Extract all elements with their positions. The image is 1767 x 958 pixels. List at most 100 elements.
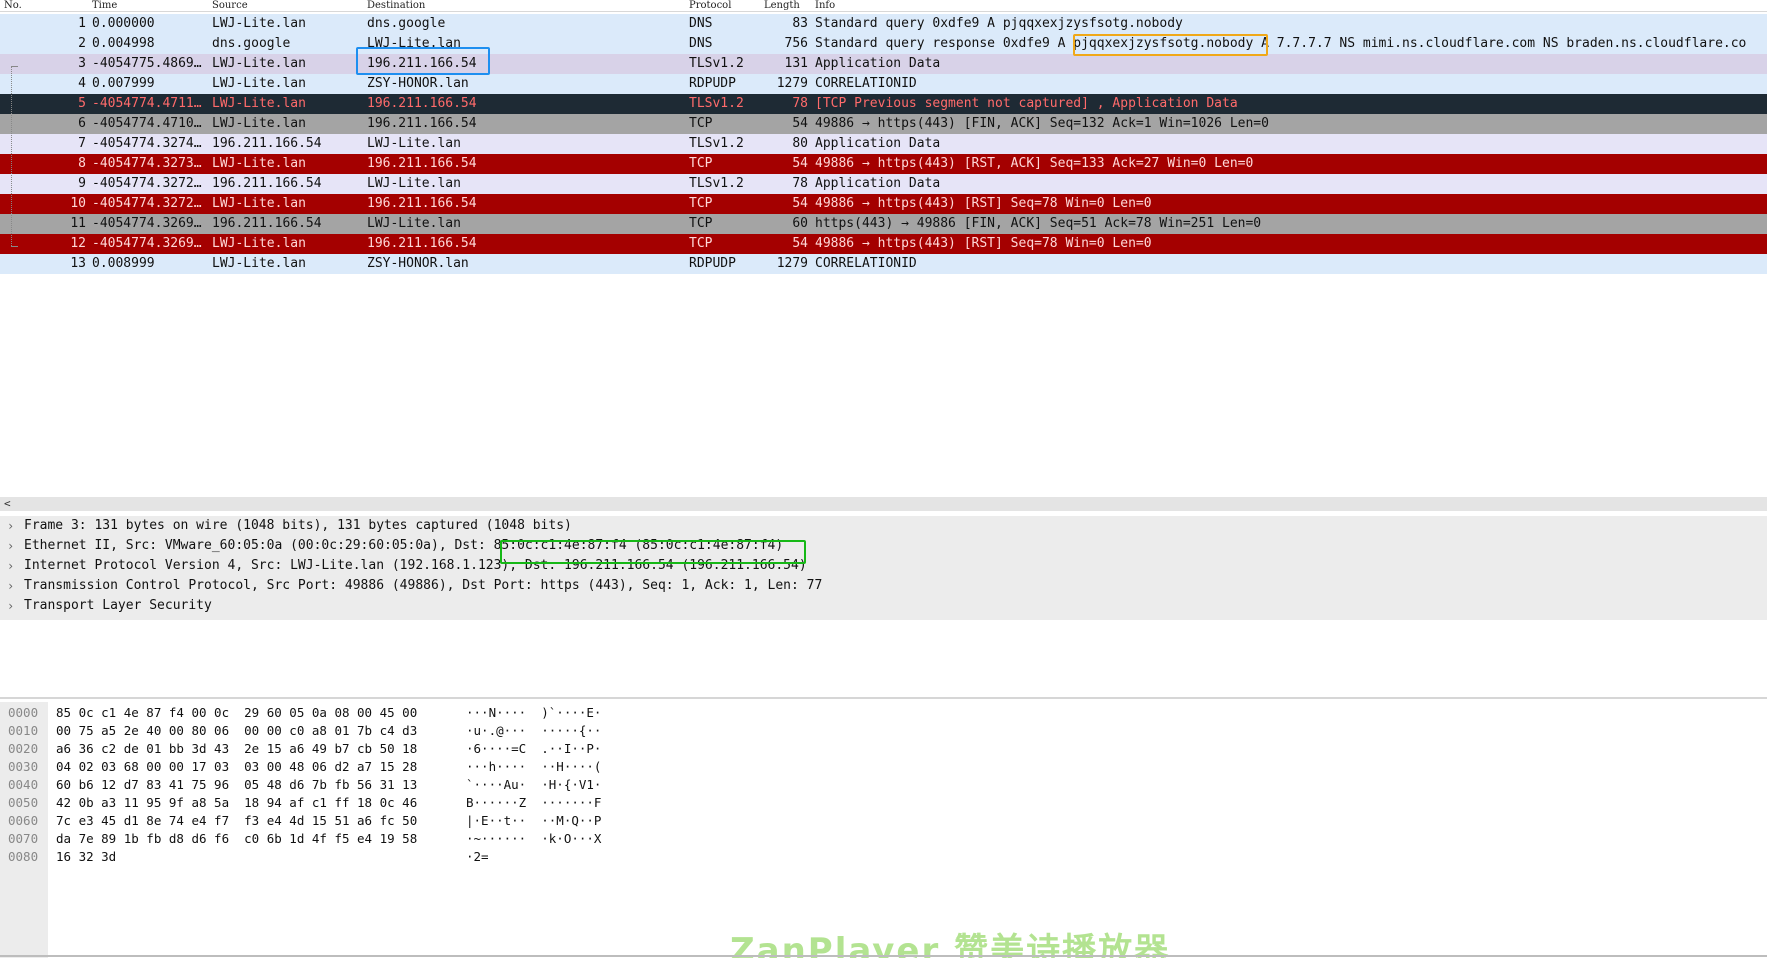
byte-hex[interactable]: 00 75 a5 2e 40 00 80 06 00 00 c0 a8 01 7… — [56, 722, 417, 740]
detail-text: Internet Protocol Version 4, Src: LWJ-Li… — [24, 558, 807, 573]
packet-destination: 196.211.166.54 — [367, 96, 477, 111]
packet-row[interactable]: 12 -4054774.3269… LWJ-Lite.lan 196.211.166.… — [0, 234, 1767, 254]
byte-ascii[interactable]: ···h···· ··H····( — [466, 758, 601, 776]
byte-ascii[interactable]: `····Au· ·H·{·V1· — [466, 776, 601, 794]
col-header-info[interactable]: Info — [815, 0, 835, 11]
packet-protocol: TCP — [689, 116, 713, 131]
conversation-bracket-bottom — [11, 246, 18, 247]
chevron-right-icon[interactable]: › — [7, 516, 14, 536]
byte-hex[interactable]: 7c e3 45 d1 8e 74 e4 f7 f3 e4 4d 15 51 a… — [56, 812, 417, 830]
byte-ascii[interactable]: ···N···· )`····E· — [466, 704, 601, 722]
packet-time: 0.004998 — [92, 36, 155, 51]
packet-source: 196.211.166.54 — [212, 216, 322, 231]
packet-info: 49886 → https(443) [RST, ACK] Seq=133 Ac… — [815, 156, 1254, 171]
byte-hex[interactable]: 42 0b a3 11 95 9f a8 5a 18 94 af c1 ff 1… — [56, 794, 417, 812]
packet-info: https(443) → 49886 [FIN, ACK] Seq=51 Ack… — [815, 216, 1262, 231]
packet-info: Standard query response 0xdfe9 A pjqqxex… — [815, 36, 1747, 51]
packet-destination: LWJ-Lite.lan — [367, 136, 461, 151]
packet-protocol: TCP — [689, 156, 713, 171]
packet-no: 13 — [70, 256, 86, 271]
chevron-left-icon[interactable]: < — [4, 497, 11, 511]
packet-length: 1279 — [776, 76, 808, 91]
detail-text: Transmission Control Protocol, Src Port:… — [24, 578, 823, 593]
packet-source: LWJ-Lite.lan — [212, 56, 306, 71]
packet-destination: 196.211.166.54 — [367, 156, 477, 171]
byte-ascii[interactable]: B······Z ·······F — [466, 794, 601, 812]
detail-tree-item[interactable]: › Transport Layer Security — [0, 596, 1767, 616]
packet-protocol: TLSv1.2 — [689, 96, 744, 111]
byte-hex[interactable]: 04 02 03 68 00 00 17 03 03 00 48 06 d2 a… — [56, 758, 417, 776]
packet-bytes-pane[interactable]: 0000 85 0c c1 4e 87 f4 00 0c 29 60 05 0a … — [0, 702, 1767, 958]
byte-hex[interactable]: 85 0c c1 4e 87 f4 00 0c 29 60 05 0a 08 0… — [56, 704, 417, 722]
packet-list[interactable]: No. Time Source Destination Protocol Len… — [0, 0, 1767, 495]
packet-row[interactable]: 7 -4054774.3274… 196.211.166.54 LWJ-Lite.la… — [0, 134, 1767, 154]
byte-offset[interactable]: 0080 — [8, 848, 38, 866]
chevron-right-icon[interactable]: › — [7, 576, 14, 596]
byte-ascii[interactable]: ·2= — [466, 848, 489, 866]
packet-destination: 196.211.166.54 — [367, 236, 477, 251]
packet-protocol: TCP — [689, 236, 713, 251]
chevron-right-icon[interactable]: › — [7, 596, 14, 616]
detail-text: Frame 3: 131 bytes on wire (1048 bits), … — [24, 518, 572, 533]
col-header-time[interactable]: Time — [92, 0, 117, 11]
packet-source: LWJ-Lite.lan — [212, 116, 306, 131]
detail-tree-item[interactable]: › Internet Protocol Version 4, Src: LWJ-L… — [0, 556, 1767, 576]
detail-tree-item[interactable]: › Frame 3: 131 bytes on wire (1048 bits),… — [0, 516, 1767, 536]
byte-offset[interactable]: 0070 — [8, 830, 38, 848]
byte-ascii[interactable]: ·u·.@··· ·····{·· — [466, 722, 601, 740]
byte-offset[interactable]: 0000 — [8, 704, 38, 722]
packet-source: LWJ-Lite.lan — [212, 236, 306, 251]
packet-row[interactable]: 1 0.000000 LWJ-Lite.lan dns.google DNS 83 Stan… — [0, 14, 1767, 34]
byte-offset[interactable]: 0030 — [8, 758, 38, 776]
packet-row[interactable]: 13 0.008999 LWJ-Lite.lan ZSY-HONOR.lan RDPUD… — [0, 254, 1767, 274]
byte-hex[interactable]: a6 36 c2 de 01 bb 3d 43 2e 15 a6 49 b7 c… — [56, 740, 417, 758]
col-header-protocol[interactable]: Protocol — [689, 0, 731, 11]
byte-offset[interactable]: 0040 — [8, 776, 38, 794]
chevron-right-icon[interactable]: › — [7, 536, 14, 556]
packet-length: 54 — [792, 196, 808, 211]
col-header-source[interactable]: Source — [212, 0, 248, 11]
byte-hex[interactable]: 16 32 3d — [56, 848, 116, 866]
packet-row[interactable]: 11 -4054774.3269… 196.211.166.54 LWJ-Lite.l… — [0, 214, 1767, 234]
byte-offset[interactable]: 0020 — [8, 740, 38, 758]
packet-length: 131 — [784, 56, 808, 71]
packet-details-pane[interactable]: › Frame 3: 131 bytes on wire (1048 bits),… — [0, 516, 1767, 620]
detail-tree-item[interactable]: › Ethernet II, Src: VMware_60:05:0a (00:0… — [0, 536, 1767, 556]
detail-tree-item[interactable]: › Transmission Control Protocol, Src Port… — [0, 576, 1767, 596]
col-header-destination[interactable]: Destination — [367, 0, 425, 11]
packet-protocol: RDPUDP — [689, 256, 736, 271]
chevron-right-icon[interactable]: › — [7, 556, 14, 576]
bottom-border — [0, 955, 1767, 957]
byte-offset[interactable]: 0060 — [8, 812, 38, 830]
byte-hex[interactable]: 60 b6 12 d7 83 41 75 96 05 48 d6 7b fb 5… — [56, 776, 417, 794]
horizontal-scrollbar[interactable]: < — [0, 497, 1767, 511]
packet-row[interactable]: 4 0.007999 LWJ-Lite.lan ZSY-HONOR.lan RDPUDP… — [0, 74, 1767, 94]
packet-protocol: TCP — [689, 196, 713, 211]
packet-destination: 196.211.166.54 — [367, 56, 477, 71]
pane-divider[interactable] — [0, 697, 1767, 699]
packet-row[interactable]: 3 -4054775.4869… LWJ-Lite.lan 196.211.166.5… — [0, 54, 1767, 74]
packet-row[interactable]: 2 0.004998 dns.google LWJ-Lite.lan DNS 756 Sta… — [0, 34, 1767, 54]
packet-length: 60 — [792, 216, 808, 231]
byte-ascii[interactable]: |·E··t·· ··M·Q··P — [466, 812, 601, 830]
packet-length: 54 — [792, 116, 808, 131]
col-header-length[interactable]: Length — [764, 0, 800, 11]
packet-protocol: TCP — [689, 216, 713, 231]
byte-ascii[interactable]: ·~······ ·k·O···X — [466, 830, 601, 848]
byte-offset[interactable]: 0050 — [8, 794, 38, 812]
col-header-no[interactable]: No. — [4, 0, 22, 11]
packet-row[interactable]: 5 -4054774.4711… LWJ-Lite.lan 196.211.166.5… — [0, 94, 1767, 114]
packet-source: LWJ-Lite.lan — [212, 16, 306, 31]
packet-row[interactable]: 6 -4054774.4710… LWJ-Lite.lan 196.211.166.5… — [0, 114, 1767, 134]
byte-offset[interactable]: 0010 — [8, 722, 38, 740]
packet-length: 54 — [792, 236, 808, 251]
packet-time: 0.007999 — [92, 76, 155, 91]
byte-ascii[interactable]: ·6····=C .··I··P· — [466, 740, 601, 758]
packet-row[interactable]: 9 -4054774.3272… 196.211.166.54 LWJ-Lite.la… — [0, 174, 1767, 194]
packet-row[interactable]: 10 -4054774.3272… LWJ-Lite.lan 196.211.166.… — [0, 194, 1767, 214]
packet-row[interactable]: 8 -4054774.3273… LWJ-Lite.lan 196.211.166.5… — [0, 154, 1767, 174]
packet-info: 49886 → https(443) [RST] Seq=78 Win=0 Le… — [815, 196, 1152, 211]
packet-source: 196.211.166.54 — [212, 136, 322, 151]
packet-time: -4054774.3269… — [92, 216, 202, 231]
byte-hex[interactable]: da 7e 89 1b fb d8 d6 f6 c0 6b 1d 4f f5 e… — [56, 830, 417, 848]
